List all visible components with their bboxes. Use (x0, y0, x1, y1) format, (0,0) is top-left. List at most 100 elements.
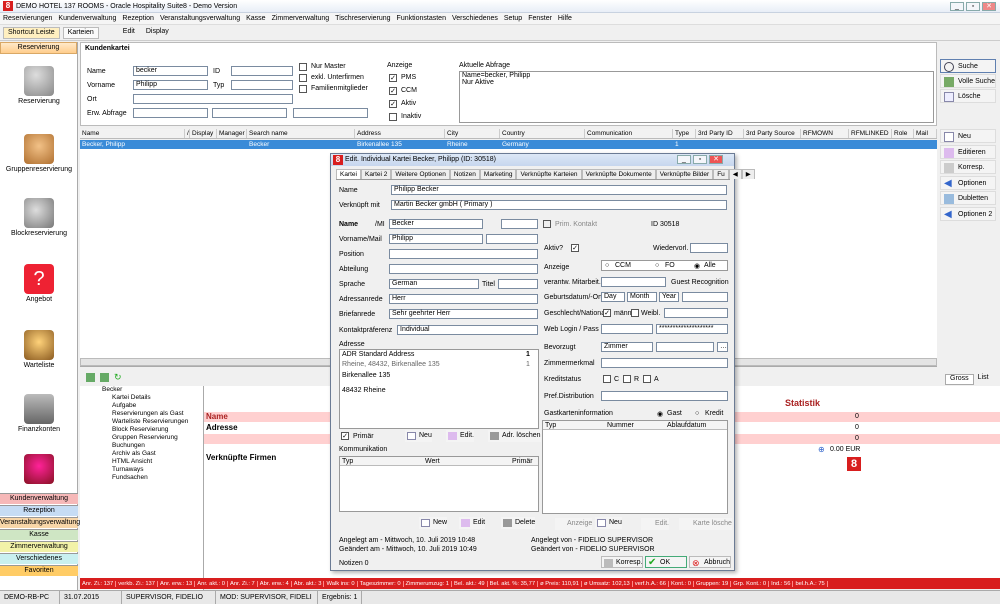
radio-ccm[interactable]: ○ (605, 262, 609, 269)
menu-rezeption[interactable]: Rezeption (122, 15, 154, 22)
collapse-icon[interactable] (100, 373, 109, 382)
editieren-button[interactable]: Editieren (940, 145, 996, 159)
menu-setup[interactable]: Setup (504, 15, 522, 22)
nav-kundenverwaltung[interactable]: Kundenverwaltung (0, 493, 78, 504)
gk-edit-button[interactable]: Edit. (641, 518, 670, 530)
neu-button[interactable]: Neu (940, 129, 996, 143)
address-delete-button[interactable]: Adr. löschen (488, 430, 541, 442)
nationality-select[interactable] (664, 308, 728, 318)
display-menu-button[interactable]: Display (142, 27, 173, 39)
menu-reservierungen[interactable]: Reservierungen (3, 15, 52, 22)
abbruch-button[interactable]: ⊗ Abbruch (689, 556, 731, 568)
address-row-1[interactable]: ADR Standard Address (342, 351, 414, 358)
optionen-button[interactable]: ◀ Optionen (940, 176, 996, 190)
geburtsort-input[interactable] (682, 292, 728, 302)
tab-kartei[interactable]: Kartei (336, 169, 361, 179)
menu-funktionstasten[interactable]: Funktionstasten (397, 15, 446, 22)
lastname-input[interactable]: Becker (389, 219, 483, 229)
credit-c-checkbox[interactable] (603, 375, 611, 383)
tab-kartei-2[interactable]: Kartei 2 (360, 169, 392, 179)
korresp-button[interactable]: Korresp. (940, 160, 996, 174)
col-search-name[interactable]: Search name (247, 129, 355, 138)
day-select[interactable]: Day (601, 292, 625, 302)
menu-tischreservierung[interactable]: Tischreservierung (335, 15, 390, 22)
tree-item[interactable]: Buchungen (80, 442, 203, 450)
col-country[interactable]: Country (500, 129, 585, 138)
address-edit-button[interactable]: Edit. (446, 430, 475, 442)
col-city[interactable]: City (445, 129, 500, 138)
volle-suche-button[interactable]: Volle Suche (940, 74, 996, 88)
sidebar-item-finanzkonten[interactable]: Finanzkonten (0, 394, 78, 433)
komm-delete-button[interactable]: Delete (501, 517, 536, 529)
col-rfmown[interactable]: RFMOWN (801, 129, 849, 138)
nav-verschiedenes[interactable]: Verschiedenes (0, 553, 78, 564)
bevorzugt-select[interactable]: Zimmer (601, 342, 653, 352)
password-input[interactable]: ******************** (656, 324, 728, 334)
tree-item[interactable]: Aufgabe (80, 402, 203, 410)
sidebar-item-reservierung[interactable]: Reservierung (0, 66, 78, 105)
id-input[interactable] (231, 66, 293, 76)
familienmitglieder-checkbox[interactable] (299, 85, 307, 93)
verknupft-field[interactable]: Martin Becker gmbH ( Primary ) (391, 200, 727, 210)
radio-fo[interactable]: ○ (655, 262, 659, 269)
pms-checkbox[interactable]: ✓ (389, 74, 397, 82)
menu-verschiedenes[interactable]: Verschiedenes (452, 15, 498, 22)
tree-item[interactable]: Turnaways (80, 466, 203, 474)
korresp-button[interactable]: Korresp. (601, 556, 643, 568)
dubletten-button[interactable]: Dubletten (940, 191, 996, 205)
col-mail[interactable]: Mail (914, 129, 937, 138)
mail-input[interactable] (486, 234, 538, 244)
komm-edit-button[interactable]: Edit (459, 517, 486, 529)
dialog-minimize-button[interactable]: _ (677, 155, 691, 164)
menu-hilfe[interactable]: Hilfe (558, 15, 572, 22)
expand-icon[interactable] (86, 373, 95, 382)
kontakt-select[interactable]: Individual (397, 325, 538, 335)
tab-list[interactable]: List (974, 374, 993, 385)
gk-anzeige-button[interactable]: Anzeige (555, 518, 593, 530)
col-3rd-party-source[interactable]: 3rd Party Source (744, 129, 801, 138)
sprache-select[interactable]: German (389, 279, 479, 289)
col-manager[interactable]: Manager (217, 129, 247, 138)
position-input[interactable] (389, 249, 538, 259)
nur-master-checkbox[interactable] (299, 63, 307, 71)
nav-favoriten[interactable]: Favoriten (0, 565, 78, 576)
erw-abfrage-select[interactable] (133, 108, 208, 118)
briefanrede-select[interactable]: Sehr geehrter Herr (389, 309, 538, 319)
tree-item[interactable]: Warteliste Reservierungen (80, 418, 203, 426)
ort-input[interactable] (133, 94, 293, 104)
titel-select[interactable] (498, 279, 538, 289)
zimmermerkmal-select[interactable] (601, 358, 728, 368)
typ-select[interactable] (231, 80, 293, 90)
wiedervorl-input[interactable] (690, 243, 728, 253)
nav-kasse[interactable]: Kasse (0, 529, 78, 540)
refresh-icon[interactable]: ↻ (114, 373, 123, 382)
guest-recognition-link[interactable]: Guest Recognition (671, 279, 729, 286)
menu-fenster[interactable]: Fenster (528, 15, 552, 22)
tab-verknupfte-dokumente[interactable]: Verknüpfte Dokumente (581, 169, 656, 179)
tree-item[interactable]: Block Reservierung (80, 426, 203, 434)
tab-weitere-optionen[interactable]: Weitere Optionen (391, 169, 450, 179)
minimize-button[interactable]: _ (950, 1, 964, 11)
shortcut-leiste-button[interactable]: Shortcut Leiste (3, 27, 60, 39)
col-name[interactable]: Name (80, 129, 185, 138)
tab-verknupfte-karteien[interactable]: Verknüpfte Karteien (516, 169, 582, 179)
sidebar-item-extra[interactable] (0, 454, 78, 486)
close-button[interactable]: ✕ (982, 1, 996, 11)
tab-marketing[interactable]: Marketing (479, 169, 517, 179)
menu-kasse[interactable]: Kasse (246, 15, 265, 22)
col-role[interactable]: Role (892, 129, 914, 138)
nav-veranstaltungsverwaltung[interactable]: Veranstaltungsverwaltung (0, 517, 80, 528)
credit-a-checkbox[interactable] (643, 375, 651, 383)
name-input[interactable]: becker (133, 66, 208, 76)
year-input[interactable]: Year (659, 292, 679, 302)
pref-distribution-select[interactable] (601, 391, 728, 401)
radio-gast[interactable]: ◉ (657, 410, 663, 418)
sidebar-item-blockreservierung[interactable]: Blockreservierung (0, 198, 78, 237)
credit-r-checkbox[interactable] (623, 375, 631, 383)
abteilung-input[interactable] (389, 264, 538, 274)
verantw-select[interactable] (601, 277, 666, 287)
col-address[interactable]: Address (355, 129, 445, 138)
col-3rd-party-id[interactable]: 3rd Party ID (696, 129, 744, 138)
tree-item[interactable]: HTML Ansicht (80, 458, 203, 466)
tree-item[interactable]: Gruppen Reservierung (80, 434, 203, 442)
